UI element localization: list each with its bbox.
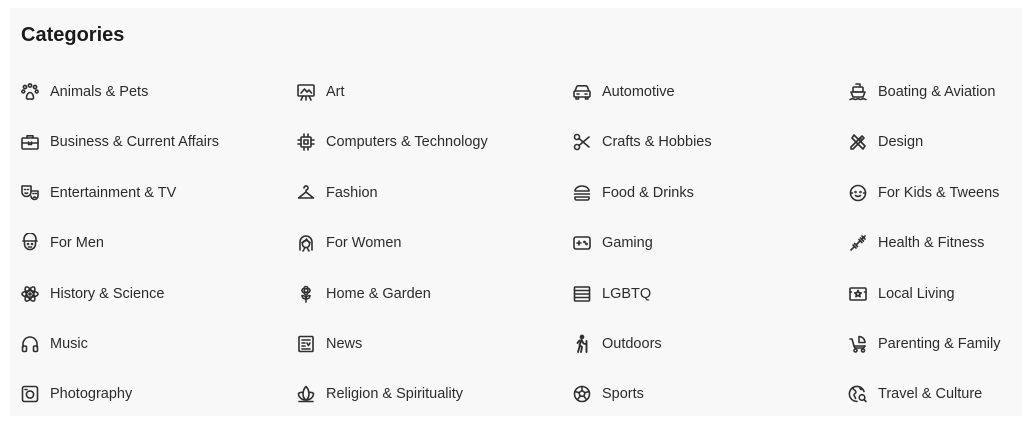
kid-face-icon	[848, 183, 868, 203]
category-label: History & Science	[50, 285, 165, 302]
map-pin-icon	[848, 284, 868, 304]
category-label: For Women	[326, 235, 402, 252]
category-label: Art	[326, 84, 345, 100]
easel-icon	[296, 82, 316, 102]
category-label: Computers & Technology	[326, 134, 488, 151]
category-label: Travel & Culture	[878, 386, 983, 403]
category-label: LGBTQ	[602, 285, 652, 302]
categories-panel: Categories Animals & Pets Art Automotive	[10, 8, 1022, 416]
category-label: Home & Garden	[326, 285, 431, 302]
category-lgbtq[interactable]: LGBTQ	[572, 274, 848, 314]
theater-masks-icon	[20, 183, 40, 203]
category-grid: Animals & Pets Art Automotive Boating & …	[20, 72, 1020, 425]
category-label: For Kids & Tweens	[878, 184, 1000, 201]
category-design[interactable]: Design	[848, 122, 1020, 162]
category-for-women[interactable]: For Women	[296, 223, 572, 263]
category-label: Business & Current Affairs	[50, 134, 219, 151]
burger-icon	[572, 183, 592, 203]
category-label: Health & Fitness	[878, 235, 985, 252]
car-icon	[572, 82, 592, 102]
category-label: Boating & Aviation	[878, 84, 996, 100]
category-fashion[interactable]: Fashion	[296, 173, 572, 213]
category-photography[interactable]: Photography	[20, 374, 296, 414]
category-for-men[interactable]: For Men	[20, 223, 296, 263]
category-automotive[interactable]: Automotive	[572, 72, 848, 112]
globe-icon	[848, 384, 868, 404]
category-travel-culture[interactable]: Travel & Culture	[848, 374, 1020, 414]
category-label: Animals & Pets	[50, 84, 149, 100]
design-tools-icon	[848, 132, 868, 152]
category-for-kids-tweens[interactable]: For Kids & Tweens	[848, 173, 1020, 213]
category-gaming[interactable]: Gaming	[572, 223, 848, 263]
category-label: Entertainment & TV	[50, 184, 177, 201]
camera-icon	[20, 384, 40, 404]
category-label: Parenting & Family	[878, 335, 1001, 352]
section-title: Categories	[21, 24, 125, 46]
ball-icon	[572, 384, 592, 404]
category-home-garden[interactable]: Home & Garden	[296, 274, 572, 314]
category-label: Crafts & Hobbies	[602, 134, 712, 151]
briefcase-icon	[20, 132, 40, 152]
category-art[interactable]: Art	[296, 72, 572, 112]
category-sports[interactable]: Sports	[572, 374, 848, 414]
atom-icon	[20, 284, 40, 304]
headphones-icon	[20, 334, 40, 354]
category-parenting-family[interactable]: Parenting & Family	[848, 324, 1020, 364]
flag-icon	[572, 284, 592, 304]
scissors-icon	[572, 132, 592, 152]
category-label: Design	[878, 134, 924, 151]
category-label: Sports	[602, 386, 644, 403]
category-label: Music	[50, 335, 88, 352]
category-food-drinks[interactable]: Food & Drinks	[572, 173, 848, 213]
category-label: Local Living	[878, 285, 955, 302]
category-health-fitness[interactable]: Health & Fitness	[848, 223, 1020, 263]
hiker-icon	[572, 334, 592, 354]
dumbbell-icon	[848, 233, 868, 253]
category-computers-technology[interactable]: Computers & Technology	[296, 122, 572, 162]
category-crafts-hobbies[interactable]: Crafts & Hobbies	[572, 122, 848, 162]
paw-icon	[20, 82, 40, 102]
category-label: Automotive	[602, 84, 675, 100]
category-label: Photography	[50, 386, 133, 403]
hanger-icon	[296, 183, 316, 203]
category-news[interactable]: News	[296, 324, 572, 364]
category-label: Outdoors	[602, 335, 662, 352]
man-face-icon	[20, 233, 40, 253]
flower-icon	[296, 284, 316, 304]
category-label: For Men	[50, 235, 104, 252]
stroller-icon	[848, 334, 868, 354]
chip-icon	[296, 132, 316, 152]
ship-icon	[848, 82, 868, 102]
newspaper-icon	[296, 334, 316, 354]
category-animals-pets[interactable]: Animals & Pets	[20, 72, 296, 112]
lotus-icon	[296, 384, 316, 404]
category-label: Religion & Spirituality	[326, 386, 464, 403]
category-business-current-affairs[interactable]: Business & Current Affairs	[20, 122, 296, 162]
category-outdoors[interactable]: Outdoors	[572, 324, 848, 364]
category-label: Food & Drinks	[602, 184, 694, 201]
category-label: Fashion	[326, 184, 378, 201]
category-history-science[interactable]: History & Science	[20, 274, 296, 314]
category-entertainment-tv[interactable]: Entertainment & TV	[20, 173, 296, 213]
category-label: News	[326, 335, 363, 352]
category-label: Gaming	[602, 235, 653, 252]
category-boating-aviation[interactable]: Boating & Aviation	[848, 72, 1020, 112]
category-music[interactable]: Music	[20, 324, 296, 364]
gamepad-icon	[572, 233, 592, 253]
category-local-living[interactable]: Local Living	[848, 274, 1020, 314]
category-religion-spirituality[interactable]: Religion & Spirituality	[296, 374, 572, 414]
woman-face-icon	[296, 233, 316, 253]
